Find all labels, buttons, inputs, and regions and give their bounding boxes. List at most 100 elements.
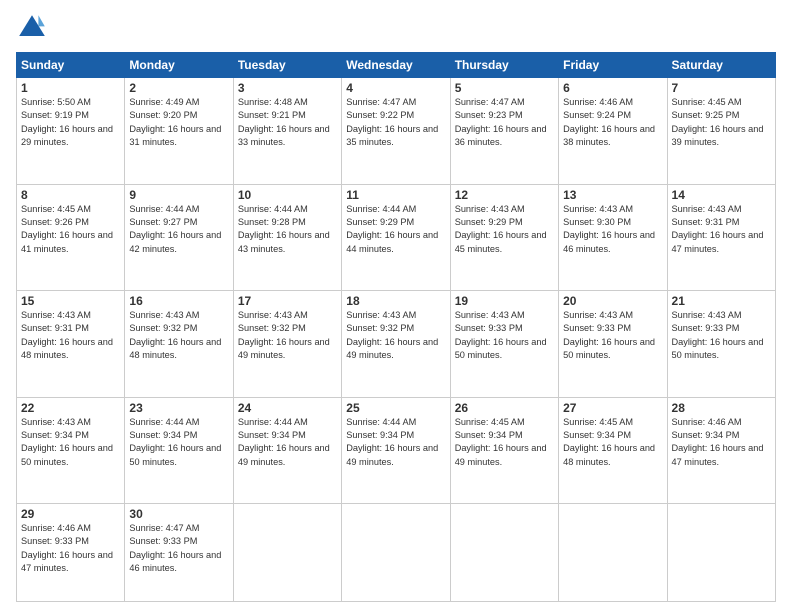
calendar-week-row: 1Sunrise: 5:50 AMSunset: 9:19 PMDaylight…: [17, 78, 776, 185]
day-info: Sunrise: 4:43 AMSunset: 9:30 PMDaylight:…: [563, 203, 662, 256]
day-number: 27: [563, 401, 662, 415]
day-number: 11: [346, 188, 445, 202]
calendar-cell: [342, 504, 450, 602]
weekday-header: Wednesday: [342, 53, 450, 78]
day-info: Sunrise: 4:43 AMSunset: 9:33 PMDaylight:…: [672, 309, 771, 362]
day-info: Sunrise: 4:45 AMSunset: 9:34 PMDaylight:…: [455, 416, 554, 469]
day-number: 3: [238, 81, 337, 95]
day-number: 14: [672, 188, 771, 202]
day-info: Sunrise: 4:44 AMSunset: 9:28 PMDaylight:…: [238, 203, 337, 256]
calendar-cell: 4Sunrise: 4:47 AMSunset: 9:22 PMDaylight…: [342, 78, 450, 185]
logo-icon: [16, 12, 48, 44]
calendar-cell: 12Sunrise: 4:43 AMSunset: 9:29 PMDayligh…: [450, 184, 558, 291]
day-number: 25: [346, 401, 445, 415]
day-number: 21: [672, 294, 771, 308]
day-info: Sunrise: 4:44 AMSunset: 9:34 PMDaylight:…: [129, 416, 228, 469]
weekday-header: Monday: [125, 53, 233, 78]
calendar-cell: [559, 504, 667, 602]
calendar-cell: 22Sunrise: 4:43 AMSunset: 9:34 PMDayligh…: [17, 397, 125, 504]
calendar-cell: 23Sunrise: 4:44 AMSunset: 9:34 PMDayligh…: [125, 397, 233, 504]
calendar-cell: 1Sunrise: 5:50 AMSunset: 9:19 PMDaylight…: [17, 78, 125, 185]
day-info: Sunrise: 4:43 AMSunset: 9:33 PMDaylight:…: [563, 309, 662, 362]
calendar-cell: 9Sunrise: 4:44 AMSunset: 9:27 PMDaylight…: [125, 184, 233, 291]
calendar-week-row: 29Sunrise: 4:46 AMSunset: 9:33 PMDayligh…: [17, 504, 776, 602]
calendar-cell: [450, 504, 558, 602]
day-number: 24: [238, 401, 337, 415]
calendar-cell: 11Sunrise: 4:44 AMSunset: 9:29 PMDayligh…: [342, 184, 450, 291]
calendar-cell: 10Sunrise: 4:44 AMSunset: 9:28 PMDayligh…: [233, 184, 341, 291]
day-number: 10: [238, 188, 337, 202]
day-info: Sunrise: 4:47 AMSunset: 9:22 PMDaylight:…: [346, 96, 445, 149]
day-number: 6: [563, 81, 662, 95]
calendar-table: SundayMondayTuesdayWednesdayThursdayFrid…: [16, 52, 776, 602]
day-info: Sunrise: 4:43 AMSunset: 9:33 PMDaylight:…: [455, 309, 554, 362]
day-info: Sunrise: 4:45 AMSunset: 9:26 PMDaylight:…: [21, 203, 120, 256]
calendar-cell: 16Sunrise: 4:43 AMSunset: 9:32 PMDayligh…: [125, 291, 233, 398]
calendar-cell: 30Sunrise: 4:47 AMSunset: 9:33 PMDayligh…: [125, 504, 233, 602]
day-number: 29: [21, 507, 120, 521]
day-info: Sunrise: 4:46 AMSunset: 9:33 PMDaylight:…: [21, 522, 120, 575]
calendar-cell: 18Sunrise: 4:43 AMSunset: 9:32 PMDayligh…: [342, 291, 450, 398]
calendar-cell: 21Sunrise: 4:43 AMSunset: 9:33 PMDayligh…: [667, 291, 775, 398]
day-number: 22: [21, 401, 120, 415]
calendar-cell: 2Sunrise: 4:49 AMSunset: 9:20 PMDaylight…: [125, 78, 233, 185]
weekday-header: Sunday: [17, 53, 125, 78]
weekday-header: Tuesday: [233, 53, 341, 78]
calendar-cell: 5Sunrise: 4:47 AMSunset: 9:23 PMDaylight…: [450, 78, 558, 185]
day-number: 4: [346, 81, 445, 95]
calendar-cell: 19Sunrise: 4:43 AMSunset: 9:33 PMDayligh…: [450, 291, 558, 398]
day-info: Sunrise: 4:46 AMSunset: 9:34 PMDaylight:…: [672, 416, 771, 469]
day-number: 2: [129, 81, 228, 95]
day-number: 13: [563, 188, 662, 202]
day-info: Sunrise: 4:44 AMSunset: 9:34 PMDaylight:…: [238, 416, 337, 469]
day-number: 5: [455, 81, 554, 95]
calendar-cell: 26Sunrise: 4:45 AMSunset: 9:34 PMDayligh…: [450, 397, 558, 504]
day-info: Sunrise: 4:45 AMSunset: 9:25 PMDaylight:…: [672, 96, 771, 149]
day-info: Sunrise: 4:44 AMSunset: 9:29 PMDaylight:…: [346, 203, 445, 256]
day-number: 9: [129, 188, 228, 202]
day-info: Sunrise: 4:43 AMSunset: 9:34 PMDaylight:…: [21, 416, 120, 469]
day-info: Sunrise: 4:43 AMSunset: 9:32 PMDaylight:…: [346, 309, 445, 362]
day-info: Sunrise: 4:43 AMSunset: 9:29 PMDaylight:…: [455, 203, 554, 256]
weekday-header: Saturday: [667, 53, 775, 78]
day-number: 20: [563, 294, 662, 308]
calendar-cell: [233, 504, 341, 602]
calendar-cell: 13Sunrise: 4:43 AMSunset: 9:30 PMDayligh…: [559, 184, 667, 291]
calendar-cell: 27Sunrise: 4:45 AMSunset: 9:34 PMDayligh…: [559, 397, 667, 504]
calendar-cell: 7Sunrise: 4:45 AMSunset: 9:25 PMDaylight…: [667, 78, 775, 185]
day-info: Sunrise: 4:43 AMSunset: 9:32 PMDaylight:…: [129, 309, 228, 362]
day-info: Sunrise: 5:50 AMSunset: 9:19 PMDaylight:…: [21, 96, 120, 149]
day-info: Sunrise: 4:44 AMSunset: 9:27 PMDaylight:…: [129, 203, 228, 256]
day-number: 8: [21, 188, 120, 202]
day-info: Sunrise: 4:43 AMSunset: 9:32 PMDaylight:…: [238, 309, 337, 362]
calendar-cell: 3Sunrise: 4:48 AMSunset: 9:21 PMDaylight…: [233, 78, 341, 185]
day-number: 28: [672, 401, 771, 415]
day-number: 12: [455, 188, 554, 202]
day-number: 30: [129, 507, 228, 521]
calendar-cell: [667, 504, 775, 602]
calendar-cell: 6Sunrise: 4:46 AMSunset: 9:24 PMDaylight…: [559, 78, 667, 185]
day-number: 16: [129, 294, 228, 308]
calendar-cell: 8Sunrise: 4:45 AMSunset: 9:26 PMDaylight…: [17, 184, 125, 291]
logo: [16, 12, 52, 44]
day-number: 17: [238, 294, 337, 308]
weekday-header: Thursday: [450, 53, 558, 78]
day-info: Sunrise: 4:47 AMSunset: 9:23 PMDaylight:…: [455, 96, 554, 149]
day-number: 15: [21, 294, 120, 308]
calendar-cell: 17Sunrise: 4:43 AMSunset: 9:32 PMDayligh…: [233, 291, 341, 398]
page: SundayMondayTuesdayWednesdayThursdayFrid…: [0, 0, 792, 612]
day-number: 7: [672, 81, 771, 95]
header: [16, 12, 776, 44]
calendar-week-row: 8Sunrise: 4:45 AMSunset: 9:26 PMDaylight…: [17, 184, 776, 291]
day-number: 23: [129, 401, 228, 415]
day-info: Sunrise: 4:48 AMSunset: 9:21 PMDaylight:…: [238, 96, 337, 149]
calendar-cell: 24Sunrise: 4:44 AMSunset: 9:34 PMDayligh…: [233, 397, 341, 504]
calendar-cell: 14Sunrise: 4:43 AMSunset: 9:31 PMDayligh…: [667, 184, 775, 291]
calendar-cell: 28Sunrise: 4:46 AMSunset: 9:34 PMDayligh…: [667, 397, 775, 504]
calendar-week-row: 15Sunrise: 4:43 AMSunset: 9:31 PMDayligh…: [17, 291, 776, 398]
day-info: Sunrise: 4:46 AMSunset: 9:24 PMDaylight:…: [563, 96, 662, 149]
day-number: 19: [455, 294, 554, 308]
day-number: 18: [346, 294, 445, 308]
day-number: 1: [21, 81, 120, 95]
day-info: Sunrise: 4:44 AMSunset: 9:34 PMDaylight:…: [346, 416, 445, 469]
